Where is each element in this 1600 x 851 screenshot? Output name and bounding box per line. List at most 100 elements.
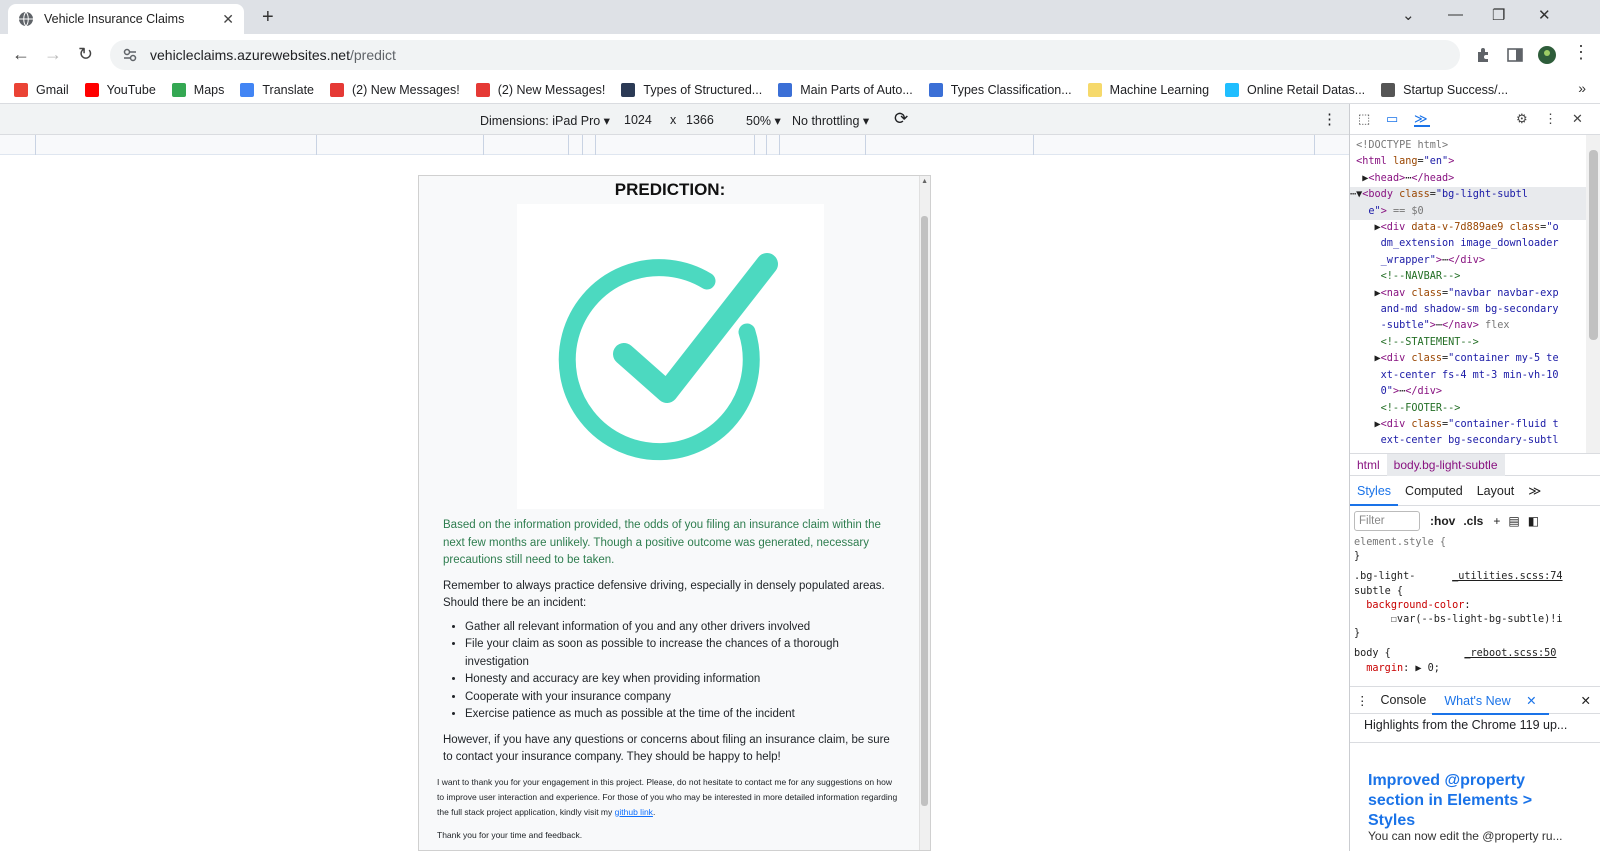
bookmark-item[interactable]: Maps bbox=[171, 82, 224, 97]
breadcrumb-html[interactable]: html bbox=[1350, 454, 1387, 476]
dom-line[interactable]: 0">⋯</div> bbox=[1350, 384, 1586, 400]
restore-icon[interactable]: ❐ bbox=[1492, 6, 1505, 24]
scroll-up-icon[interactable]: ▲ bbox=[921, 178, 928, 185]
device-height-input[interactable]: 1366 bbox=[686, 113, 714, 127]
bookmark-item[interactable]: YouTube bbox=[84, 82, 156, 97]
rule-line[interactable]: margin: ▶ 0; bbox=[1354, 662, 1586, 674]
device-dimensions-select[interactable]: Dimensions: iPad Pro ▾ bbox=[480, 113, 610, 128]
close-window-icon[interactable]: ✕ bbox=[1538, 6, 1551, 24]
close-tab-icon[interactable]: ✕ bbox=[222, 11, 234, 28]
device-more-icon[interactable]: ⋮ bbox=[1322, 110, 1337, 128]
url-path: /predict bbox=[349, 47, 396, 63]
rule-line[interactable]: ☐var(--bs-light-bg-subtle)!i bbox=[1354, 613, 1586, 627]
dom-line[interactable]: _wrapper">⋯</div> bbox=[1350, 253, 1586, 269]
rule-line[interactable]: element.style { bbox=[1354, 536, 1586, 550]
dom-line[interactable]: <!--STATEMENT--> bbox=[1350, 335, 1586, 351]
dom-line[interactable]: dm_extension image_downloader bbox=[1350, 236, 1586, 252]
bookmarks-overflow-icon[interactable]: » bbox=[1578, 80, 1586, 96]
profile-avatar-icon[interactable] bbox=[1538, 46, 1556, 64]
device-scrollbar[interactable]: ▲ bbox=[919, 176, 930, 850]
tab-whats-new[interactable]: What's New ✕ bbox=[1432, 686, 1549, 715]
forward-icon[interactable]: → bbox=[44, 44, 62, 65]
bookmark-item[interactable]: Gmail bbox=[14, 82, 69, 97]
whats-new-title[interactable]: Improved @property section in Elements >… bbox=[1368, 771, 1583, 831]
dom-line[interactable]: <html lang="en"> bbox=[1350, 154, 1586, 170]
minimize-icon[interactable]: — bbox=[1448, 6, 1463, 23]
zoom-select[interactable]: 50% ▾ bbox=[746, 113, 781, 128]
dom-line[interactable]: and-md shadow-sm bg-secondary bbox=[1350, 302, 1586, 318]
side-panel-icon[interactable] bbox=[1506, 46, 1524, 64]
tab-computed[interactable]: Computed bbox=[1398, 484, 1470, 498]
new-rule-icon[interactable]: + bbox=[1493, 514, 1500, 528]
tab-styles[interactable]: Styles bbox=[1350, 476, 1399, 506]
style-rules[interactable]: element.style { } .bg-light- _utilities.… bbox=[1350, 536, 1586, 674]
dom-line[interactable]: e"> == $0 bbox=[1350, 203, 1586, 221]
cls-toggle[interactable]: .cls bbox=[1463, 514, 1483, 528]
address-bar[interactable]: vehicleclaims.azurewebsites.net/predict bbox=[110, 40, 1460, 70]
paint-icon[interactable]: ▤ bbox=[1508, 514, 1519, 528]
bookmark-item[interactable]: Types of Structured... bbox=[621, 82, 762, 97]
bookmark-item[interactable]: Machine Learning bbox=[1087, 82, 1209, 97]
dom-line[interactable]: xt-center fs-4 mt-3 min-vh-10 bbox=[1350, 368, 1586, 384]
sidebar-toggle-icon[interactable]: ◧ bbox=[1528, 514, 1539, 528]
extensions-icon[interactable] bbox=[1474, 46, 1492, 64]
rule-line[interactable]: } bbox=[1354, 627, 1586, 641]
dom-line[interactable]: -subtle">⋯</nav> flex bbox=[1350, 318, 1586, 334]
dom-line[interactable]: ▶<nav class="navbar navbar-exp bbox=[1350, 286, 1586, 302]
bookmark-item[interactable]: Types Classification... bbox=[928, 82, 1072, 97]
bookmark-item[interactable]: (2) New Messages! bbox=[475, 82, 605, 97]
browser-tab[interactable]: Vehicle Insurance Claims ✕ bbox=[8, 4, 244, 34]
rotate-icon[interactable]: ⟳ bbox=[894, 109, 908, 129]
close-devtools-icon[interactable]: ✕ bbox=[1572, 111, 1588, 127]
bookmark-item[interactable]: Main Parts of Auto... bbox=[778, 82, 913, 97]
new-tab-icon[interactable]: + bbox=[262, 6, 274, 29]
dom-line[interactable]: ext-center bg-secondary-subtl bbox=[1350, 433, 1586, 449]
media-query-ruler[interactable] bbox=[0, 135, 1349, 155]
dom-line[interactable]: ▶<div data-v-7d889ae9 class="o bbox=[1350, 220, 1586, 236]
dom-tree[interactable]: <!DOCTYPE html> <html lang="en"> ▶<head>… bbox=[1350, 135, 1586, 453]
rule-line[interactable]: .bg-light- _utilities.scss:74 bbox=[1354, 570, 1586, 584]
rule-line[interactable]: body { _reboot.scss:50 bbox=[1354, 647, 1586, 661]
hov-toggle[interactable]: :hov bbox=[1430, 514, 1455, 528]
settings-gear-icon[interactable]: ⚙ bbox=[1516, 111, 1532, 127]
close-whats-new-icon[interactable]: ✕ bbox=[1520, 694, 1542, 708]
dom-line[interactable]: <!DOCTYPE html> bbox=[1350, 138, 1586, 154]
dom-scrollbar[interactable] bbox=[1586, 135, 1600, 453]
styles-filter-input[interactable]: Filter bbox=[1354, 511, 1420, 531]
rule-line[interactable]: background-color: bbox=[1354, 599, 1586, 613]
throttling-select[interactable]: No throttling ▾ bbox=[792, 113, 869, 128]
dimensions-label: Dimensions: iPad Pro bbox=[480, 114, 601, 128]
menu-kebab-icon[interactable]: ⋮ bbox=[1572, 42, 1590, 63]
rule-line[interactable]: } bbox=[1354, 550, 1586, 564]
dom-line[interactable]: <!--FOOTER--> bbox=[1350, 401, 1586, 417]
dom-scroll-thumb[interactable] bbox=[1589, 150, 1598, 340]
more-tabs-icon[interactable]: ≫ bbox=[1521, 483, 1548, 498]
dom-line[interactable]: ⋯▼<body class="bg-light-subtl bbox=[1350, 187, 1586, 204]
dom-line[interactable]: ▶<div class="container my-5 te bbox=[1350, 351, 1586, 367]
devtools-menu-icon[interactable]: ⋮ bbox=[1544, 111, 1560, 127]
more-panels-icon[interactable]: ≫ bbox=[1414, 111, 1430, 127]
device-toggle-icon[interactable]: ▭ bbox=[1386, 111, 1402, 127]
tab-console[interactable]: Console bbox=[1375, 693, 1433, 707]
dom-line[interactable]: ▶<div class="container-fluid t bbox=[1350, 417, 1586, 433]
inspect-element-icon[interactable]: ⬚ bbox=[1358, 111, 1374, 127]
close-drawer-icon[interactable]: ✕ bbox=[1575, 693, 1600, 708]
reload-icon[interactable]: ↻ bbox=[78, 44, 93, 65]
dom-line[interactable]: <!--NAVBAR--> bbox=[1350, 269, 1586, 285]
tab-search-icon[interactable]: ⌄ bbox=[1402, 6, 1415, 24]
scrollbar-thumb[interactable] bbox=[921, 216, 928, 806]
back-icon[interactable]: ← bbox=[12, 44, 30, 65]
rule-line[interactable]: subtle { bbox=[1354, 585, 1586, 599]
breadcrumb-body[interactable]: body.bg-light-subtle bbox=[1386, 453, 1505, 476]
site-info-icon[interactable] bbox=[122, 47, 138, 63]
bookmark-item[interactable]: Startup Success/... bbox=[1381, 82, 1508, 97]
bookmark-item[interactable]: Online Retail Datas... bbox=[1225, 82, 1365, 97]
github-link[interactable]: github link bbox=[615, 807, 653, 817]
bookmark-item[interactable]: Translate bbox=[240, 82, 314, 97]
dom-line[interactable]: ▶<head>⋯</head> bbox=[1350, 171, 1586, 187]
prediction-content: Based on the information provided, the o… bbox=[437, 517, 901, 843]
device-width-input[interactable]: 1024 bbox=[624, 113, 652, 127]
bookmark-item[interactable]: (2) New Messages! bbox=[330, 82, 460, 97]
drawer-menu-icon[interactable]: ⋮ bbox=[1350, 693, 1375, 708]
tab-layout[interactable]: Layout bbox=[1470, 484, 1522, 498]
